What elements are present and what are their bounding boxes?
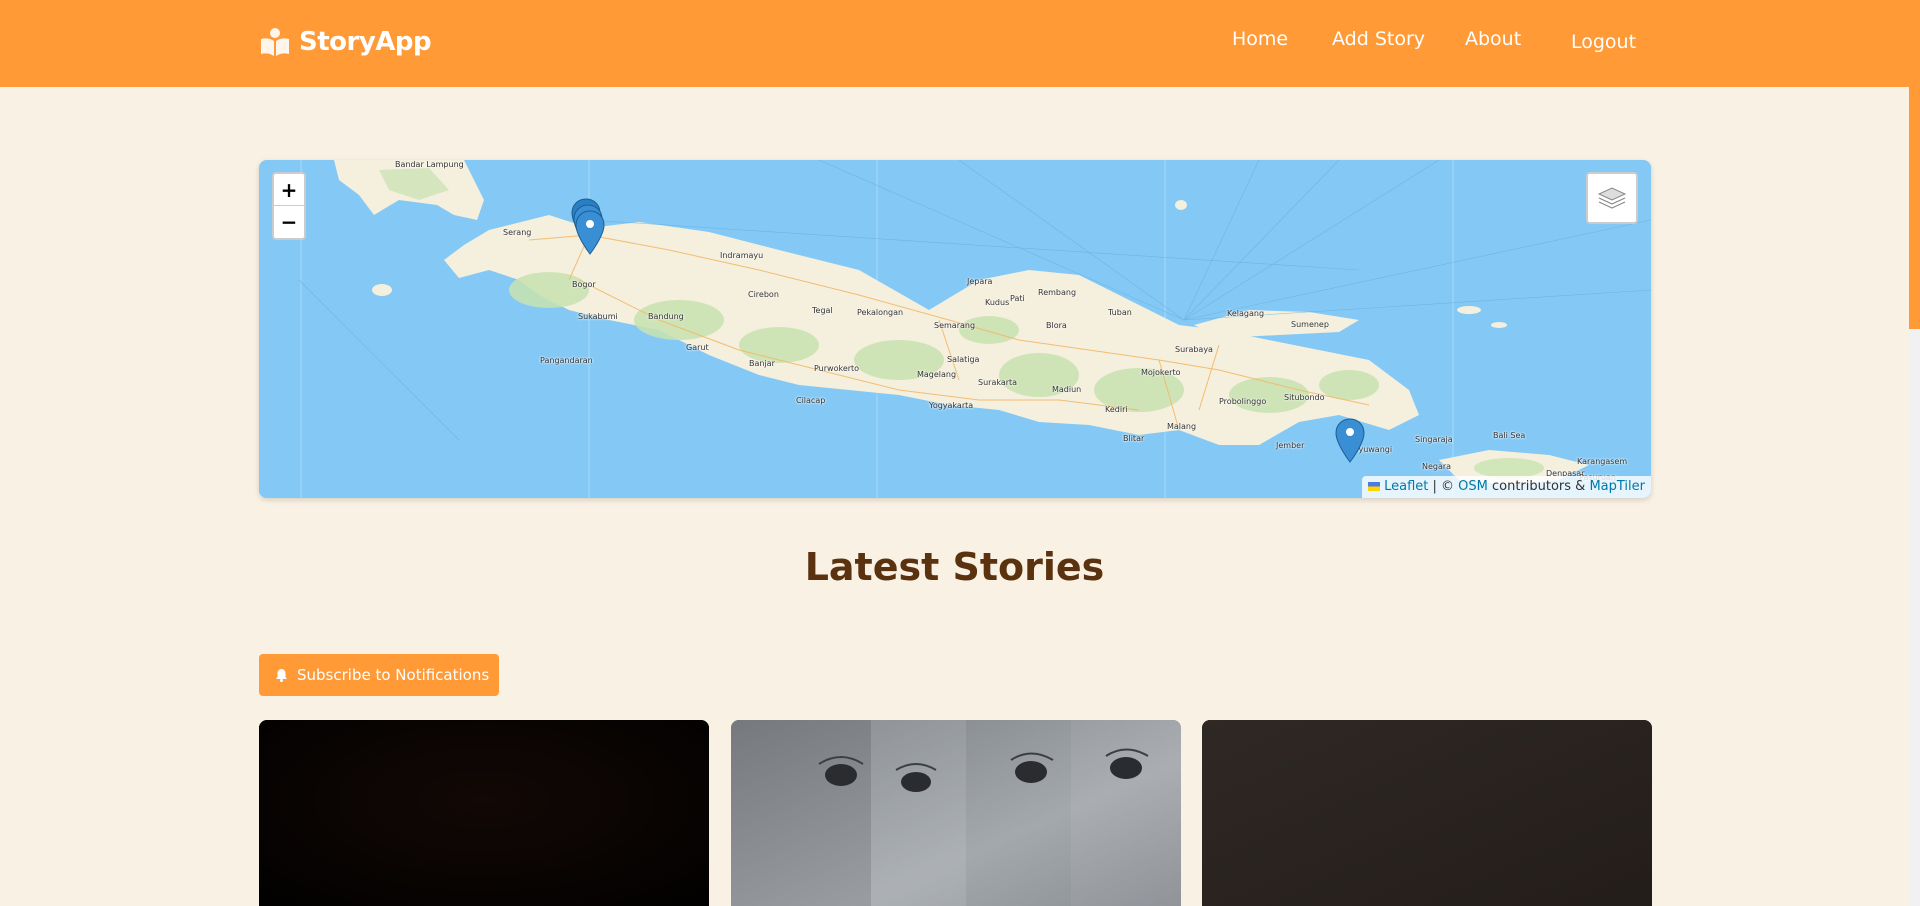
map-label: Surakarta bbox=[978, 378, 1018, 387]
map-label: Bogor bbox=[572, 280, 596, 289]
map-label: Madiun bbox=[1052, 385, 1082, 394]
map-label: Bali Sea bbox=[1493, 431, 1526, 440]
story-card-image[interactable] bbox=[731, 720, 1181, 906]
attribution-mid: contributors & bbox=[1487, 479, 1590, 494]
map-attribution: Leaflet | © OSM contributors & MapTiler bbox=[1361, 476, 1651, 498]
map-label: Garut bbox=[686, 343, 709, 352]
map-label: Malang bbox=[1167, 422, 1197, 431]
map-label: Probolinggo bbox=[1219, 397, 1267, 406]
story-photo bbox=[259, 720, 709, 906]
subscribe-label: Subscribe to Notifications bbox=[297, 666, 490, 684]
nav-logout[interactable]: Logout bbox=[1571, 31, 1636, 53]
map-label: Serang bbox=[503, 228, 532, 237]
map-label: Pangandaran bbox=[540, 356, 593, 365]
map-label: Semarang bbox=[934, 321, 976, 330]
osm-link[interactable]: OSM bbox=[1458, 479, 1488, 494]
map-label: Pati bbox=[1010, 294, 1025, 303]
layers-button[interactable] bbox=[1586, 172, 1638, 224]
map-label: Sukabumi bbox=[578, 312, 618, 321]
map-label: Singaraja bbox=[1415, 435, 1453, 444]
bell-icon bbox=[276, 669, 287, 682]
story-card-image[interactable] bbox=[1202, 720, 1652, 906]
map-label: Blora bbox=[1046, 321, 1067, 330]
map-label: Surabaya bbox=[1175, 345, 1213, 354]
zoom-out-button[interactable]: − bbox=[274, 206, 304, 238]
map-label: Negara bbox=[1422, 462, 1452, 471]
story-marker[interactable] bbox=[575, 210, 605, 255]
ukraine-flag-icon bbox=[1367, 482, 1380, 491]
map-label: Tegal bbox=[812, 306, 833, 315]
map-label: Purwokerto bbox=[814, 364, 860, 373]
map-label: Salatiga bbox=[947, 355, 980, 364]
map-label: Karangasem bbox=[1577, 457, 1628, 466]
map-label: Banjar bbox=[749, 359, 775, 368]
map-label: Indramayu bbox=[720, 251, 764, 260]
nav-add-story[interactable]: Add Story bbox=[1332, 28, 1425, 50]
maptiler-link[interactable]: MapTiler bbox=[1589, 479, 1645, 494]
book-reader-icon bbox=[261, 28, 289, 56]
map-label: Bandung bbox=[648, 312, 684, 321]
nav-about[interactable]: About bbox=[1465, 28, 1521, 50]
map-label: Situbondo bbox=[1284, 393, 1325, 402]
layers-icon bbox=[1597, 187, 1627, 209]
map-label: Mojokerto bbox=[1141, 368, 1181, 377]
page-title: Latest Stories bbox=[804, 545, 1105, 589]
map-label: Pekalongan bbox=[857, 308, 904, 317]
story-marker[interactable] bbox=[1335, 418, 1365, 463]
map-label: Jember bbox=[1276, 441, 1305, 450]
map-label: Kediri bbox=[1105, 405, 1128, 414]
story-photo bbox=[1202, 720, 1652, 906]
map-label: Rembang bbox=[1038, 288, 1077, 297]
brand-name: StoryApp bbox=[299, 27, 432, 57]
attribution-sep: | © bbox=[1428, 479, 1459, 494]
map-label: Bandar Lampung bbox=[395, 160, 464, 169]
map-label: Tuban bbox=[1108, 308, 1132, 317]
map-label: Cilacap bbox=[796, 396, 826, 405]
story-card-image[interactable] bbox=[259, 720, 709, 906]
map-label: Jepara bbox=[967, 277, 993, 286]
brand-logo[interactable]: StoryApp bbox=[259, 22, 432, 62]
zoom-in-button[interactable]: + bbox=[274, 174, 304, 206]
map-label: Cirebon bbox=[748, 290, 779, 299]
map-label: Sumenep bbox=[1291, 320, 1329, 329]
subscribe-button[interactable]: Subscribe to Notifications bbox=[259, 654, 499, 696]
zoom-control: + − bbox=[272, 172, 306, 240]
map-label: Blitar bbox=[1123, 434, 1145, 443]
map-label: Kudus bbox=[985, 298, 1010, 307]
map-label: Kelagang bbox=[1227, 309, 1265, 318]
nav-home[interactable]: Home bbox=[1232, 28, 1288, 50]
scrollbar-thumb[interactable] bbox=[1909, 0, 1920, 329]
map-label: Magelang bbox=[917, 370, 957, 379]
app-header: StoryApp Home Add Story About Logout bbox=[0, 0, 1909, 87]
story-photo bbox=[731, 720, 1181, 906]
map-label: Yogyakarta bbox=[929, 401, 974, 410]
leaflet-link[interactable]: Leaflet bbox=[1384, 479, 1428, 494]
story-map[interactable]: Bandar Lampung Serang Indramayu Bogor Su… bbox=[259, 160, 1651, 498]
